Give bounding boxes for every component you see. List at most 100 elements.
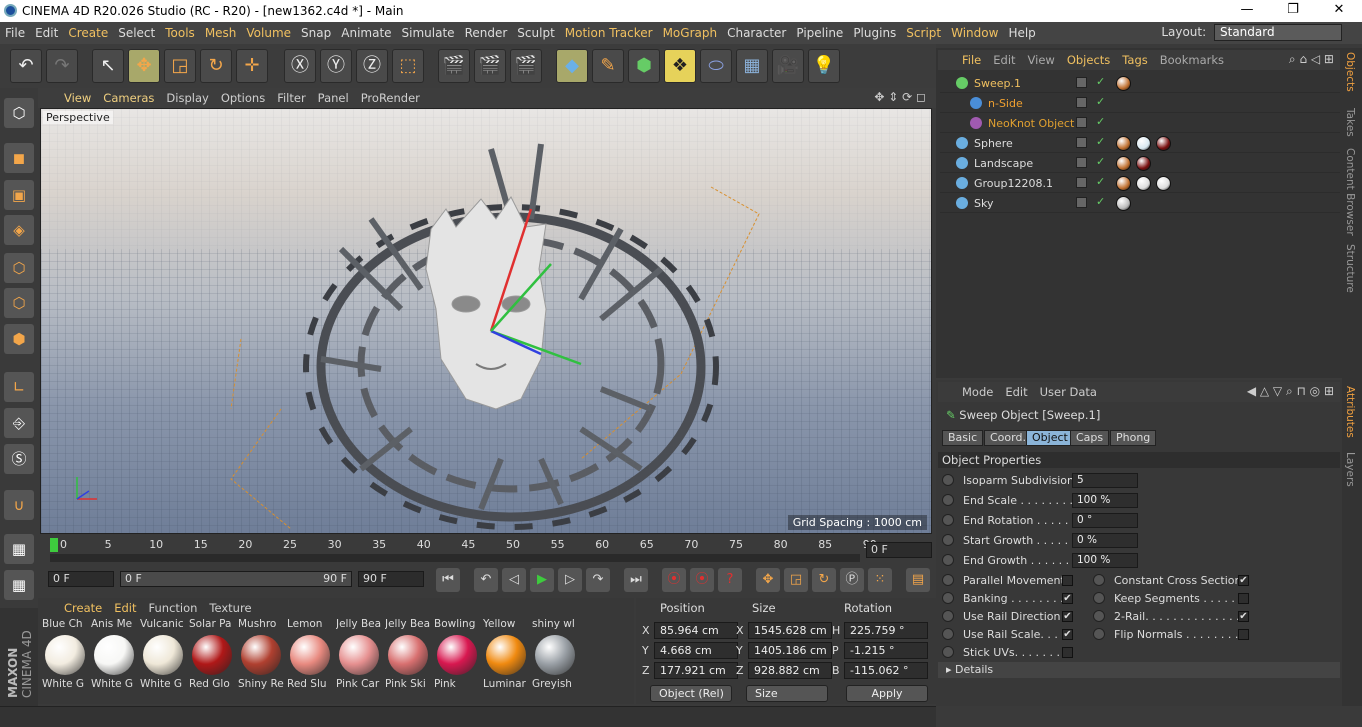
coordinate-system-icon[interactable]: ⬚	[392, 49, 424, 83]
attribute-nav-icons[interactable]: ◀ △ ▽ ⌕ ⊓ ◎ ⊞	[1247, 384, 1334, 399]
snap-icon[interactable]: ∪	[4, 490, 34, 520]
enabled-check-icon[interactable]: ✓	[1096, 75, 1105, 88]
objects-menu-bookmarks[interactable]: Bookmarks	[1154, 50, 1230, 70]
rotation-field[interactable]: -115.062 °	[844, 662, 928, 679]
next-key-icon[interactable]: ↷	[586, 568, 610, 592]
key-scale-icon[interactable]: ◲	[784, 568, 808, 592]
next-frame-icon[interactable]: ▷	[558, 568, 582, 592]
menu-snap[interactable]: Snap	[296, 22, 336, 44]
property-value-field[interactable]: 0 %	[1072, 533, 1138, 548]
z-axis-lock-icon[interactable]: Ⓩ	[356, 49, 388, 83]
property-value-field[interactable]: 100 %	[1072, 493, 1138, 508]
menu-pipeline[interactable]: Pipeline	[791, 22, 848, 44]
previous-key-icon[interactable]: ↶	[474, 568, 498, 592]
attributes-menu-user-data[interactable]: User Data	[1034, 382, 1103, 402]
material-swatch[interactable]: Lemon Red Slu	[287, 618, 334, 698]
position-field[interactable]: 177.921 cm	[654, 662, 738, 679]
menu-help[interactable]: Help	[1003, 22, 1040, 44]
objects-menu-file[interactable]: File	[956, 50, 987, 70]
side-tab-layers[interactable]: Layers	[1344, 452, 1356, 487]
attributes-menu-edit[interactable]: Edit	[999, 382, 1033, 402]
enabled-check-icon[interactable]: ✓	[1096, 155, 1105, 168]
size-mode-dropdown[interactable]: Size	[746, 685, 828, 702]
render-view-icon[interactable]: 🎬	[438, 49, 470, 83]
go-to-end-icon[interactable]: ⏭	[624, 568, 648, 592]
viewport-menu-options[interactable]: Options	[215, 88, 271, 108]
objects-menu-objects[interactable]: Objects	[1061, 50, 1116, 70]
workplane-lock-icon[interactable]: ▦	[4, 534, 34, 564]
recent-tool-icon[interactable]: ✛	[236, 49, 268, 83]
tab-basic[interactable]: Basic	[942, 430, 984, 446]
autokey-icon[interactable]: ⦿	[690, 568, 714, 592]
apply-button[interactable]: Apply	[846, 685, 928, 702]
viewport-menu-view[interactable]: View	[58, 88, 97, 108]
menu-simulate[interactable]: Simulate	[397, 22, 460, 44]
object-row[interactable]: Group12208.1 ✓	[940, 174, 1340, 193]
previous-frame-icon[interactable]: ◁	[502, 568, 526, 592]
object-tag-icon[interactable]	[1116, 136, 1131, 151]
object-tag-icon[interactable]	[1156, 176, 1171, 191]
rotate-tool-icon[interactable]: ↻	[200, 49, 232, 83]
key-parameter-icon[interactable]: Ⓟ	[840, 568, 864, 592]
key-position-icon[interactable]: ✥	[756, 568, 780, 592]
property-value-field[interactable]: 0 °	[1072, 513, 1138, 528]
material-swatch[interactable]: Jelly Bea Pink Ski	[385, 618, 432, 698]
undo-icon[interactable]: ↶	[10, 49, 42, 83]
viewport-menu-prorender[interactable]: ProRender	[355, 88, 426, 108]
object-tag-icon[interactable]	[1116, 176, 1131, 191]
enabled-check-icon[interactable]: ✓	[1096, 95, 1105, 108]
property-value-field[interactable]: 5	[1072, 473, 1138, 488]
editor-visibility-icon[interactable]	[1076, 197, 1087, 208]
material-swatch[interactable]: Solar Pa Red Glo	[189, 618, 236, 698]
maximize-button[interactable]: ❐	[1270, 2, 1316, 17]
enabled-check-icon[interactable]: ✓	[1096, 175, 1105, 188]
menu-select[interactable]: Select	[113, 22, 160, 44]
menu-motion-tracker[interactable]: Motion Tracker	[560, 22, 658, 44]
live-selection-icon[interactable]: ↖	[92, 49, 124, 83]
play-icon[interactable]: ▶	[530, 568, 554, 592]
key-pla-icon[interactable]: ⁙	[868, 568, 892, 592]
current-frame-field[interactable]: 0 F	[866, 542, 932, 558]
tab-caps[interactable]: Caps	[1070, 430, 1110, 446]
go-to-start-icon[interactable]: ⏮	[436, 568, 460, 592]
animation-dot-icon[interactable]	[1093, 592, 1105, 604]
object-row[interactable]: NeoKnot Object ✓	[940, 114, 1340, 133]
objects-menu-tags[interactable]: Tags	[1116, 50, 1153, 70]
property-checkbox[interactable]: ✔	[1062, 593, 1073, 604]
object-tag-icon[interactable]	[1136, 136, 1151, 151]
animation-dot-icon[interactable]	[942, 574, 954, 586]
animation-dot-icon[interactable]	[942, 514, 954, 526]
animation-dot-icon[interactable]	[1093, 610, 1105, 622]
size-field[interactable]: 1405.186 cm	[748, 642, 832, 659]
property-checkbox[interactable]: ✔	[1238, 611, 1249, 622]
material-swatch[interactable]: Bowling Pink	[434, 618, 481, 698]
menu-create[interactable]: Create	[63, 22, 113, 44]
menu-mesh[interactable]: Mesh	[200, 22, 242, 44]
subdivision-surface-icon[interactable]: ⬢	[628, 49, 660, 83]
property-checkbox[interactable]: ✔	[1062, 611, 1073, 622]
planar-workplane-icon[interactable]: ▦	[4, 570, 34, 600]
animation-dot-icon[interactable]	[1093, 628, 1105, 640]
viewport-menu-panel[interactable]: Panel	[312, 88, 355, 108]
property-checkbox[interactable]: ✔	[1062, 629, 1073, 640]
editor-visibility-icon[interactable]	[1076, 177, 1087, 188]
material-menu-texture[interactable]: Texture	[203, 598, 257, 618]
animation-dot-icon[interactable]	[942, 646, 954, 658]
editor-visibility-icon[interactable]	[1076, 157, 1087, 168]
object-tag-icon[interactable]	[1156, 136, 1171, 151]
texture-mode-icon[interactable]: ▣	[4, 180, 34, 210]
material-menu-create[interactable]: Create	[58, 598, 108, 618]
animation-dot-icon[interactable]	[942, 610, 954, 622]
timeline-ruler[interactable]: 051015202530354045505560657075808590 0 F	[38, 536, 936, 566]
floor-icon[interactable]: ▦	[736, 49, 768, 83]
menu-script[interactable]: Script	[901, 22, 946, 44]
side-tab-structure[interactable]: Structure	[1344, 244, 1356, 293]
end-frame-field[interactable]: 90 F	[358, 571, 424, 587]
rotation-field[interactable]: -1.215 °	[844, 642, 928, 659]
editor-visibility-icon[interactable]	[1076, 137, 1087, 148]
side-tab-content-browser[interactable]: Content Browser	[1344, 148, 1356, 236]
material-swatch[interactable]: Yellow Luminar	[483, 618, 530, 698]
y-axis-lock-icon[interactable]: Ⓨ	[320, 49, 352, 83]
scale-tool-icon[interactable]: ◲	[164, 49, 196, 83]
position-field[interactable]: 4.668 cm	[654, 642, 738, 659]
